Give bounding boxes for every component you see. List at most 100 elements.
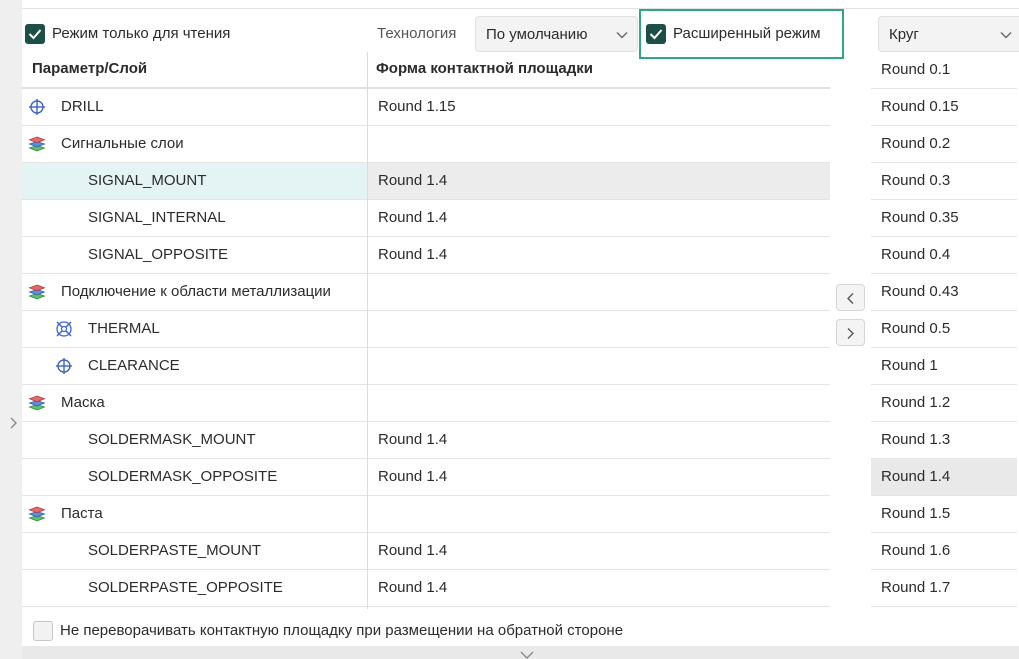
shape-list-item-label: Round 1.3: [881, 431, 951, 448]
shape-cell[interactable]: Round 1.4: [368, 459, 830, 495]
shape-value: Round 1.4: [378, 209, 448, 226]
layer-name: Сигнальные слои: [61, 135, 184, 152]
layer-name: Подключение к области металлизации: [61, 283, 331, 300]
header-shape: Форма контактной площадки: [376, 60, 594, 77]
shape-list-item-label: Round 0.15: [881, 98, 959, 115]
shape-cell[interactable]: Round 1.4: [368, 570, 830, 606]
table-row[interactable]: SOLDERPASTE_MOUNT Round 1.4: [22, 533, 830, 570]
extended-mode-checkbox[interactable]: [646, 24, 666, 44]
move-right-button[interactable]: [836, 319, 865, 346]
layer-cell[interactable]: SIGNAL_INTERNAL: [22, 200, 367, 236]
shape-cell[interactable]: Round 1.4: [368, 533, 830, 569]
shape-list-item[interactable]: Round 1.5: [871, 496, 1017, 533]
extended-mode-label: Расширенный режим: [673, 25, 821, 42]
shape-list-item-label: Round 0.43: [881, 283, 959, 300]
table-row[interactable]: SOLDERPASTE_OPPOSITE Round 1.4: [22, 570, 830, 607]
readonly-checkbox[interactable]: [25, 24, 45, 44]
shape-list-item-label: Round 0.35: [881, 209, 959, 226]
shape-cell[interactable]: Round 1.15: [368, 89, 830, 125]
technology-select[interactable]: По умолчанию: [475, 16, 638, 52]
layer-cell[interactable]: SOLDERPASTE_MOUNT: [22, 533, 367, 569]
shape-list-item[interactable]: Round 0.5: [871, 311, 1017, 348]
shape-list-item-label: Round 0.2: [881, 135, 951, 152]
shape-cell[interactable]: [368, 274, 830, 310]
shape-list-item[interactable]: Round 1.3: [871, 422, 1017, 459]
shape-cell[interactable]: [368, 385, 830, 421]
layer-cell[interactable]: SIGNAL_OPPOSITE: [22, 237, 367, 273]
shape-value: Round 1.15: [378, 98, 456, 115]
layer-table: Параметр/Слой Форма контактной площадки …: [22, 52, 830, 609]
chevron-down-icon: [616, 32, 628, 39]
table-row[interactable]: SOLDERMASK_MOUNT Round 1.4: [22, 422, 830, 459]
layer-name: SOLDERPASTE_OPPOSITE: [88, 579, 283, 596]
layer-name: SOLDERMASK_MOUNT: [88, 431, 256, 448]
chevron-down-icon[interactable]: [520, 650, 534, 659]
shape-list-item[interactable]: Round 1.7: [871, 570, 1017, 607]
shape-list-item[interactable]: Round 1.2: [871, 385, 1017, 422]
shape-cell[interactable]: Round 1.4: [368, 200, 830, 236]
shape-value: Round 1.4: [378, 172, 448, 189]
shape-list-item[interactable]: Round 1.6: [871, 533, 1017, 570]
move-left-button[interactable]: [836, 284, 865, 311]
layers-icon: [28, 135, 46, 153]
shape-cell[interactable]: [368, 496, 830, 532]
table-row[interactable]: Подключение к области металлизации: [22, 274, 830, 311]
layer-cell[interactable]: Паста: [22, 496, 367, 532]
shape-value: Round 1.4: [378, 246, 448, 263]
shape-list-item[interactable]: Round 0.2: [871, 126, 1017, 163]
layer-cell[interactable]: SOLDERMASK_OPPOSITE: [22, 459, 367, 495]
layer-cell[interactable]: SOLDERPASTE_OPPOSITE: [22, 570, 367, 606]
crosshair-icon: [55, 357, 73, 375]
technology-label: Технология: [377, 25, 457, 42]
shape-list-item[interactable]: Round 1: [871, 348, 1017, 385]
shape-list-item-label: Round 1.7: [881, 579, 951, 596]
table-row[interactable]: THERMAL: [22, 311, 830, 348]
table-row[interactable]: SIGNAL_MOUNT Round 1.4: [22, 163, 830, 200]
layer-name: CLEARANCE: [88, 357, 180, 374]
shape-list-item-label: Round 0.5: [881, 320, 951, 337]
layer-cell[interactable]: DRILL: [22, 89, 367, 125]
layer-cell[interactable]: SOLDERMASK_MOUNT: [22, 422, 367, 458]
shape-list-item[interactable]: Round 1.4: [871, 459, 1017, 496]
shape-cell[interactable]: [368, 311, 830, 347]
shape-select[interactable]: Круг: [878, 16, 1019, 52]
table-row[interactable]: DRILL Round 1.15: [22, 89, 830, 126]
shape-value: Round 1.4: [378, 542, 448, 559]
shape-cell[interactable]: [368, 126, 830, 162]
shape-cell[interactable]: Round 1.4: [368, 163, 830, 199]
shape-list-item[interactable]: Round 0.1: [871, 52, 1017, 89]
layer-cell[interactable]: SIGNAL_MOUNT: [22, 163, 367, 199]
shape-list-item[interactable]: Round 0.35: [871, 200, 1017, 237]
layers-icon: [28, 283, 46, 301]
left-collapse-rail[interactable]: [0, 0, 22, 659]
chevron-left-icon: [847, 293, 854, 304]
table-row[interactable]: SIGNAL_OPPOSITE Round 1.4: [22, 237, 830, 274]
table-row[interactable]: Маска: [22, 385, 830, 422]
layer-cell[interactable]: Подключение к области металлизации: [22, 274, 367, 310]
table-row[interactable]: SIGNAL_INTERNAL Round 1.4: [22, 200, 830, 237]
chevron-right-icon[interactable]: [9, 416, 18, 430]
table-row[interactable]: SOLDERMASK_OPPOSITE Round 1.4: [22, 459, 830, 496]
table-row[interactable]: CLEARANCE: [22, 348, 830, 385]
shape-list-item[interactable]: Round 0.15: [871, 89, 1017, 126]
shape-cell[interactable]: Round 1.4: [368, 422, 830, 458]
table-row[interactable]: Сигнальные слои: [22, 126, 830, 163]
layer-name: Маска: [61, 394, 105, 411]
column-divider[interactable]: [367, 52, 368, 609]
shape-list-item[interactable]: Round 0.4: [871, 237, 1017, 274]
layer-cell[interactable]: Маска: [22, 385, 367, 421]
layer-cell[interactable]: Сигнальные слои: [22, 126, 367, 162]
no-flip-checkbox[interactable]: [33, 621, 53, 641]
table-row[interactable]: Паста: [22, 496, 830, 533]
shape-cell[interactable]: Round 1.4: [368, 237, 830, 273]
shape-list-item[interactable]: Round 0.43: [871, 274, 1017, 311]
layers-icon: [28, 505, 46, 523]
layer-cell[interactable]: CLEARANCE: [22, 348, 367, 384]
shape-value: Round 1.4: [378, 431, 448, 448]
shape-list-item[interactable]: Round 0.3: [871, 163, 1017, 200]
shape-list-item-label: Round 1.2: [881, 394, 951, 411]
shape-list-item-label: Round 0.4: [881, 246, 951, 263]
shape-cell[interactable]: [368, 348, 830, 384]
checkmark-icon: [28, 29, 42, 40]
layer-cell[interactable]: THERMAL: [22, 311, 367, 347]
